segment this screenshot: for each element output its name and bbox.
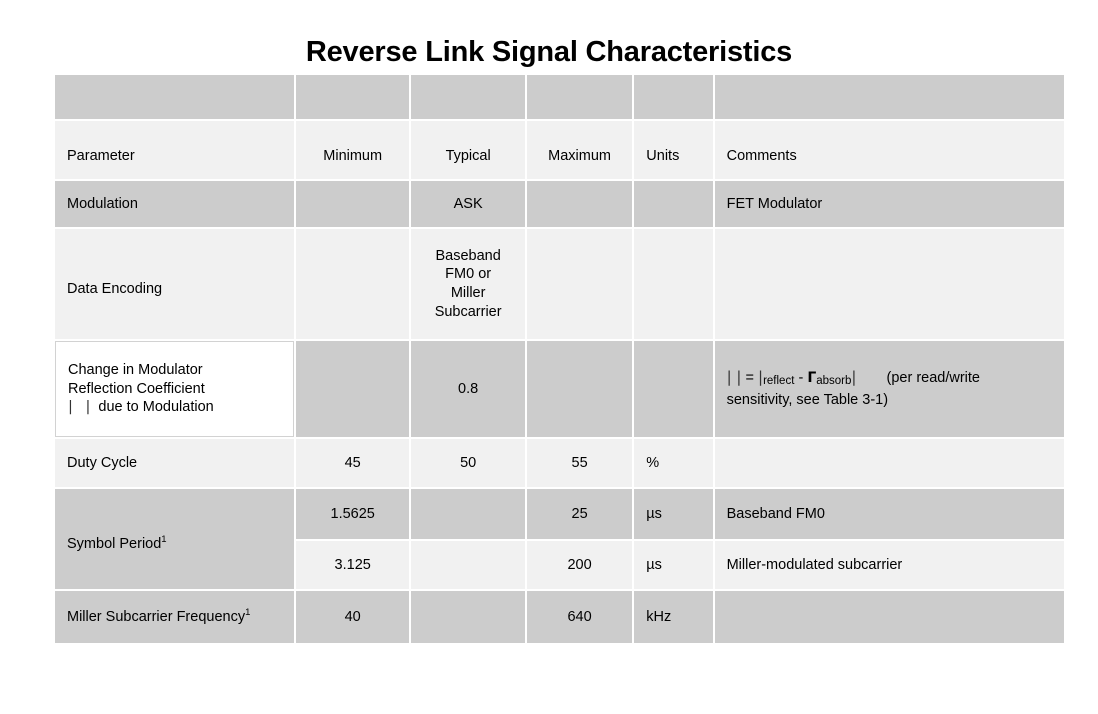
cell-parameter-line-gamma: | | due to Modulation [68, 398, 285, 417]
cell-minimum [295, 181, 410, 227]
cell-typical: ASK [411, 181, 525, 227]
cell-maximum: 55 [526, 439, 633, 487]
reflection-coefficient-formula: | | = |reflect - Γabsorb| (per read/writ… [727, 367, 1056, 410]
cell-units: µs [634, 541, 713, 589]
cell-parameter: Duty Cycle [55, 439, 294, 487]
cell-parameter-line: Reflection Coefficient [68, 380, 205, 397]
formula-note-line2: sensitivity, see Table 3-1) [726, 391, 889, 408]
cell-comments: Baseband FM0 [714, 489, 1064, 539]
formula-bars-lhs: | | [726, 368, 742, 387]
table-row: Data Encoding Baseband FM0 or Miller Sub… [55, 229, 1064, 339]
cell-maximum: 25 [526, 489, 633, 539]
cell-units [634, 181, 713, 227]
formula-note-line1: (per read/write [886, 370, 980, 387]
cell-parameter: Symbol Period1 [55, 489, 294, 589]
cell-units: kHz [634, 591, 713, 643]
gamma-placeholder-glyphs: | | [68, 399, 95, 416]
cell-minimum: 40 [295, 591, 410, 643]
signal-characteristics-table-wrapper: Parameter Minimum Typical Maximum Units … [53, 73, 1066, 645]
table-spacer-row [55, 75, 1064, 119]
cell-typical [411, 489, 525, 539]
spacer-cell-comments [714, 75, 1064, 119]
cell-comments [714, 591, 1064, 643]
cell-parameter-text: Symbol Period [67, 535, 162, 552]
cell-units [634, 341, 713, 437]
cell-comments [714, 439, 1064, 487]
cell-typical-line: Miller [450, 285, 486, 301]
cell-typical [411, 541, 525, 589]
formula-bar-close: | [851, 368, 857, 387]
cell-parameter: Modulation [55, 181, 294, 227]
formula-subscript-absorb: absorb [816, 375, 852, 388]
formula-equals: = [745, 370, 754, 387]
page-title: Reverse Link Signal Characteristics [305, 36, 793, 68]
spacer-cell-parameter [55, 75, 294, 119]
footnote-marker: 1 [161, 533, 167, 545]
cell-maximum [526, 181, 633, 227]
cell-minimum [295, 341, 410, 437]
spacer-cell-minimum [295, 75, 410, 119]
cell-parameter: Change in Modulator Reflection Coefficie… [55, 341, 294, 437]
cell-typical [411, 591, 525, 643]
cell-units [634, 229, 713, 339]
footnote-marker: 1 [245, 606, 251, 618]
cell-minimum: 45 [295, 439, 410, 487]
cell-typical: 0.8 [411, 341, 525, 437]
cell-units: % [634, 439, 713, 487]
table-row: Miller Subcarrier Frequency1 40 640 kHz [55, 591, 1064, 643]
cell-comments: FET Modulator [714, 181, 1064, 227]
cell-typical-line: Subcarrier [434, 303, 502, 320]
table-row: Modulation ASK FET Modulator [55, 181, 1064, 227]
document-page: Reverse Link Signal Characteristics Para… [0, 0, 1098, 714]
cell-maximum: 640 [526, 591, 633, 643]
cell-minimum: 3.125 [295, 541, 410, 589]
cell-parameter-line: Change in Modulator [68, 362, 203, 379]
signal-characteristics-table: Parameter Minimum Typical Maximum Units … [53, 73, 1066, 645]
formula-minus: - [798, 370, 804, 387]
column-header-parameter: Parameter [55, 121, 294, 179]
cell-units: µs [634, 489, 713, 539]
cell-typical-line: FM0 or [445, 266, 492, 283]
cell-minimum [295, 229, 410, 339]
cell-comments: | | = |reflect - Γabsorb| (per read/writ… [714, 341, 1064, 437]
table-row: Change in Modulator Reflection Coefficie… [55, 341, 1064, 437]
table-row: Symbol Period1 1.5625 25 µs Baseband FM0 [55, 489, 1064, 589]
cell-typical: 50 [411, 439, 525, 487]
cell-parameter-text: Miller Subcarrier Frequency [67, 608, 246, 625]
formula-subscript-reflect: reflect [763, 375, 795, 388]
spacer-cell-maximum [526, 75, 633, 119]
cell-typical-line: Baseband [435, 247, 501, 264]
gamma-icon: Γ [807, 370, 817, 387]
spacer-cell-units [634, 75, 713, 119]
cell-typical: Baseband FM0 or Miller Subcarrier [411, 229, 525, 339]
cell-maximum: 200 [526, 541, 633, 589]
cell-parameter: Data Encoding [55, 229, 294, 339]
column-header-comments: Comments [714, 121, 1064, 179]
column-header-minimum: Minimum [295, 121, 410, 179]
spacer-cell-typical [411, 75, 525, 119]
column-header-typical: Typical [411, 121, 525, 179]
cell-parameter-line-tail: due to Modulation [98, 399, 214, 416]
cell-maximum [526, 341, 633, 437]
table-row: Duty Cycle 45 50 55 % [55, 439, 1064, 487]
cell-minimum: 1.5625 [295, 489, 410, 539]
column-header-units: Units [634, 121, 713, 179]
cell-maximum [526, 229, 633, 339]
cell-comments: Miller-modulated subcarrier [714, 541, 1064, 589]
column-header-maximum: Maximum [526, 121, 633, 179]
table-header-row: Parameter Minimum Typical Maximum Units … [55, 121, 1064, 179]
cell-comments [714, 229, 1064, 339]
cell-parameter: Miller Subcarrier Frequency1 [55, 591, 294, 643]
